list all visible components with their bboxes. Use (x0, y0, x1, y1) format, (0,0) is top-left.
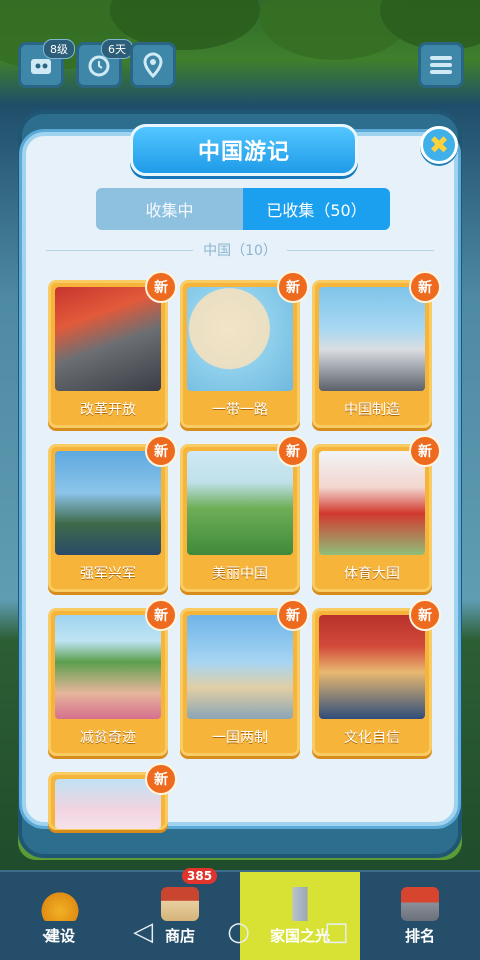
card-image (187, 451, 293, 555)
card-label: 美丽中国 (212, 566, 268, 582)
new-badge: 新 (145, 435, 177, 467)
section-title: 中国（10） (203, 243, 277, 259)
level-button[interactable]: 8级 (18, 39, 75, 88)
new-badge: 新 (277, 599, 309, 631)
card-beautiful-china[interactable]: 美丽中国 新 (180, 435, 309, 592)
level-tag: 8级 (43, 39, 75, 59)
card-partial[interactable]: 新 (48, 763, 177, 830)
map-button[interactable] (130, 42, 176, 88)
section-header: 中国（10） (36, 240, 444, 260)
shop-badge: 385 (182, 868, 218, 884)
card-poverty-miracle[interactable]: 减贫奇迹 新 (48, 599, 177, 756)
chevron-down-icon[interactable]: ⌄ (37, 917, 59, 947)
new-badge: 新 (409, 271, 441, 303)
card-image (55, 287, 161, 391)
card-sports-power[interactable]: 体育大国 新 (312, 435, 441, 592)
card-image (55, 615, 161, 719)
dialog-title: 中国游记 (130, 124, 358, 176)
card-image (187, 287, 293, 391)
collection-tabs: 收集中 已收集（50） (96, 188, 390, 230)
new-badge: 新 (145, 599, 177, 631)
back-icon[interactable]: ◁ (133, 917, 153, 947)
card-image (319, 451, 425, 555)
card-image (319, 287, 425, 391)
card-strong-army[interactable]: 强军兴军 新 (48, 435, 177, 592)
close-button[interactable]: ✖ (420, 126, 458, 164)
new-badge: 新 (145, 763, 177, 795)
card-label: 一国两制 (212, 730, 268, 746)
tab-collecting[interactable]: 收集中 (96, 188, 243, 230)
card-made-in-china[interactable]: 中国制造 新 (312, 271, 441, 428)
card-reform-opening[interactable]: 改革开放 新 (48, 271, 177, 428)
card-label: 一带一路 (212, 402, 268, 418)
card-image (55, 779, 161, 829)
card-one-country-two-systems[interactable]: 一国两制 新 (180, 599, 309, 756)
location-pin-icon (143, 52, 163, 78)
days-button[interactable]: 6天 (76, 39, 133, 88)
card-grid: 改革开放 新 一带一路 新 中国制造 新 强军兴军 新 美丽中国 新 体育大国 … (48, 271, 441, 830)
card-image (319, 615, 425, 719)
recents-icon[interactable]: □ (324, 917, 349, 947)
close-icon: ✖ (428, 131, 450, 159)
card-image (55, 451, 161, 555)
card-cultural-confidence[interactable]: 文化自信 新 (312, 599, 441, 756)
card-belt-road[interactable]: 一带一路 新 (180, 271, 309, 428)
card-label: 文化自信 (344, 730, 400, 746)
new-badge: 新 (277, 435, 309, 467)
card-label: 强军兴军 (80, 566, 136, 582)
card-image (187, 615, 293, 719)
new-badge: 新 (409, 435, 441, 467)
new-badge: 新 (145, 271, 177, 303)
new-badge: 新 (277, 271, 309, 303)
system-navbar: ⌄ ◁ ○ □ (0, 904, 480, 960)
card-label: 中国制造 (344, 402, 400, 418)
tab-collected[interactable]: 已收集（50） (243, 188, 390, 230)
collection-dialog: 中国游记 ✖ 收集中 已收集（50） 中国（10） 改革开放 新 一带一路 新 … (22, 124, 458, 830)
new-badge: 新 (409, 599, 441, 631)
card-label: 减贫奇迹 (80, 730, 136, 746)
days-tag: 6天 (101, 39, 133, 59)
hamburger-menu-icon (430, 56, 452, 74)
card-label: 改革开放 (80, 402, 136, 418)
home-icon[interactable]: ○ (227, 917, 250, 947)
card-label: 体育大国 (344, 566, 400, 582)
menu-button[interactable] (418, 42, 464, 88)
